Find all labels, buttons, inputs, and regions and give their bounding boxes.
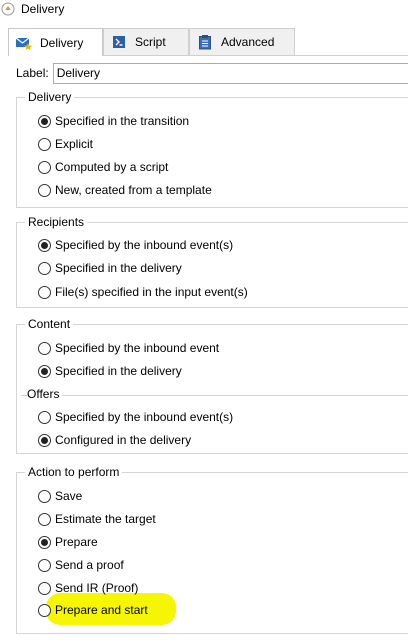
radio-label: Computed by a script xyxy=(55,160,169,174)
radio-label: Estimate the target xyxy=(55,512,156,526)
tab-script[interactable]: Script xyxy=(103,28,189,55)
radio-label: Specified by the inbound event xyxy=(55,341,220,355)
radio-button[interactable] xyxy=(38,489,51,503)
content-option-delivery[interactable]: Specified in the delivery xyxy=(38,362,182,380)
radio-label: Specified in the delivery xyxy=(55,261,182,275)
radio-label: Prepare xyxy=(55,535,98,549)
offers-divider xyxy=(21,395,408,396)
content-group-title: Content xyxy=(25,317,74,332)
radio-label: Explicit xyxy=(55,137,94,151)
script-icon xyxy=(110,34,128,50)
radio-button[interactable] xyxy=(38,512,51,526)
tab-script-label: Script xyxy=(135,35,166,49)
tab-strip: Delivery Script Advanced xyxy=(8,28,408,56)
radio-button[interactable] xyxy=(38,137,51,151)
clipboard-icon xyxy=(196,34,214,50)
radio-label: Configured in the delivery xyxy=(55,433,192,447)
action-option-prepare[interactable]: Prepare xyxy=(38,533,98,551)
delivery-option-script[interactable]: Computed by a script xyxy=(38,158,168,176)
radio-label: Specified in the transition xyxy=(55,114,190,128)
radio-label: Save xyxy=(55,489,83,503)
radio-label: Specified by the inbound event(s) xyxy=(55,410,234,424)
radio-label: New, created from a template xyxy=(55,183,212,197)
recipients-option-files[interactable]: File(s) specified in the input event(s) xyxy=(38,283,248,301)
action-option-prepare-and-start[interactable]: Prepare and start xyxy=(38,601,148,619)
radio-button[interactable] xyxy=(38,603,51,617)
radio-button[interactable] xyxy=(38,364,51,378)
radio-button[interactable] xyxy=(38,581,51,595)
action-group-title: Action to perform xyxy=(25,465,123,480)
label-caption: Label: xyxy=(16,66,49,80)
delivery-group-title: Delivery xyxy=(25,90,75,105)
radio-button[interactable] xyxy=(38,433,51,447)
title-bar: Delivery xyxy=(0,0,408,17)
delivery-option-explicit[interactable]: Explicit xyxy=(38,135,93,153)
envelope-star-icon xyxy=(15,35,33,51)
radio-button[interactable] xyxy=(38,261,51,275)
label-row: Label: xyxy=(16,62,408,84)
radio-button[interactable] xyxy=(38,114,51,128)
radio-button[interactable] xyxy=(38,285,51,299)
tab-delivery[interactable]: Delivery xyxy=(8,28,103,56)
radio-label: Prepare and start xyxy=(55,603,148,617)
radio-label: Specified by the inbound event(s) xyxy=(55,238,234,252)
tab-advanced-label: Advanced xyxy=(221,35,275,49)
content-option-inbound[interactable]: Specified by the inbound event xyxy=(38,339,219,357)
tab-delivery-label: Delivery xyxy=(40,35,84,50)
radio-button[interactable] xyxy=(38,238,51,252)
radio-label: Specified in the delivery xyxy=(55,364,182,378)
delivery-option-transition[interactable]: Specified in the transition xyxy=(38,112,189,130)
recipients-group-title: Recipients xyxy=(25,215,88,230)
radio-button[interactable] xyxy=(38,410,51,424)
radio-button[interactable] xyxy=(38,558,51,572)
radio-label: Send a proof xyxy=(55,558,124,572)
radio-button[interactable] xyxy=(38,160,51,174)
recipients-option-inbound[interactable]: Specified by the inbound event(s) xyxy=(38,236,233,254)
recipients-option-delivery[interactable]: Specified in the delivery xyxy=(38,259,182,277)
tab-advanced[interactable]: Advanced xyxy=(189,28,295,55)
action-option-send-ir[interactable]: Send IR (Proof) xyxy=(38,579,138,597)
label-input[interactable] xyxy=(52,62,408,84)
offers-option-inbound[interactable]: Specified by the inbound event(s) xyxy=(38,408,233,426)
action-option-send-proof[interactable]: Send a proof xyxy=(38,556,124,574)
radio-button[interactable] xyxy=(38,341,51,355)
offers-option-configured[interactable]: Configured in the delivery xyxy=(38,431,191,449)
action-option-estimate[interactable]: Estimate the target xyxy=(38,510,156,528)
window-title: Delivery xyxy=(21,1,65,16)
offers-title: Offers xyxy=(27,387,63,402)
radio-label: Send IR (Proof) xyxy=(55,581,139,595)
radio-label: File(s) specified in the input event(s) xyxy=(55,285,248,299)
delivery-app-icon xyxy=(1,2,15,16)
action-option-save[interactable]: Save xyxy=(38,487,82,505)
radio-button[interactable] xyxy=(38,183,51,197)
delivery-option-template[interactable]: New, created from a template xyxy=(38,181,212,199)
radio-button[interactable] xyxy=(38,535,51,549)
